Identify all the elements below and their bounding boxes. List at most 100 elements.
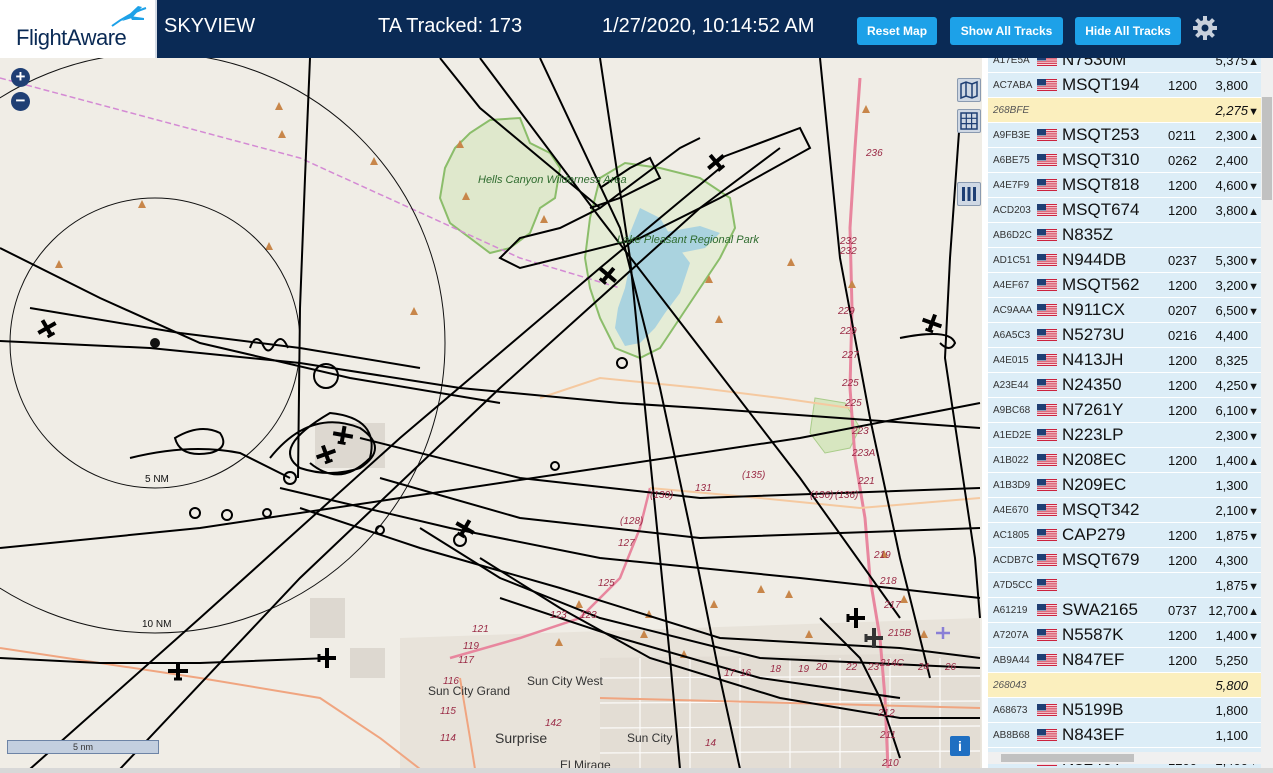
table-row[interactable]: A1B022 N208EC 1200 1,400▲ (988, 448, 1261, 473)
row-hex-code: AC7ABA (993, 80, 1033, 91)
map-canvas[interactable] (0, 58, 982, 769)
us-flag-icon (1037, 579, 1057, 591)
map-info-button[interactable]: i (950, 736, 970, 756)
row-squawk: 0211 (1168, 128, 1196, 143)
row-altitude-value: 4,300 (1215, 553, 1248, 568)
row-hex-code: A4EF67 (993, 280, 1030, 291)
aircraft-table[interactable]: A17E5A N7530M 5,375▲ AC7ABA MSQT194 1200 3,800… (988, 58, 1261, 769)
altitude-trend-icon: ▼ (1248, 281, 1259, 293)
us-flag-icon (1037, 329, 1057, 341)
road-number-label: 116 (443, 676, 459, 687)
row-squawk: 1200 (1168, 528, 1197, 543)
row-squawk: 1200 (1168, 353, 1197, 368)
table-row[interactable]: A4EF67 MSQT562 1200 3,200▼ (988, 273, 1261, 298)
hide-all-tracks-button[interactable]: Hide All Tracks (1075, 17, 1181, 45)
row-hex-code: AB8B68 (993, 730, 1030, 741)
road-number-label: 115 (440, 706, 456, 717)
road-number-label: 223A (852, 448, 876, 459)
road-number-label: 23 (868, 662, 880, 673)
table-row[interactable]: A7D5CC 1,875▼ (988, 573, 1261, 598)
row-hex-code: AC1805 (993, 530, 1030, 541)
row-altitude-value: 1,400 (1215, 453, 1248, 468)
table-row[interactable]: A6A5C3 N5273U 0216 4,400 (988, 323, 1261, 348)
table-row[interactable]: AB9A44 N847EF 1200 5,250 (988, 648, 1261, 673)
row-ident: MSQT679 (1062, 550, 1140, 569)
table-row[interactable]: AB8B68 N843EF 1,100 (988, 723, 1261, 748)
map-view[interactable]: Hells Canyon Wilderness Area Lake Pleasa… (0, 58, 982, 769)
table-row[interactable]: A61219 SWA2165 0737 12,700▲ (988, 598, 1261, 623)
table-hscroll-thumb[interactable] (1001, 754, 1134, 762)
row-ident: MSQT674 (1062, 200, 1140, 219)
table-row[interactable]: ACDB7C MSQT679 1200 4,300 (988, 548, 1261, 573)
row-altitude: 1,300 (1215, 478, 1259, 493)
table-row[interactable]: 268043 5,800 (988, 673, 1261, 698)
altitude-trend-icon: ▼ (1248, 106, 1259, 118)
table-row[interactable]: AB6D2C N835Z (988, 223, 1261, 248)
row-squawk: 1200 (1168, 278, 1197, 293)
table-row[interactable]: A1ED2E N223LP 2,300▼ (988, 423, 1261, 448)
row-altitude: 2,300▼ (1215, 428, 1259, 443)
row-altitude: 2,300▲ (1215, 128, 1259, 143)
us-flag-icon (1037, 504, 1057, 516)
table-scroll-thumb[interactable] (1262, 97, 1272, 200)
row-ident: N835Z (1062, 225, 1114, 244)
us-flag-icon (1037, 379, 1057, 391)
road-orange-1 (539, 376, 851, 409)
row-altitude-value: 3,800 (1215, 78, 1248, 93)
us-flag-icon (1037, 204, 1057, 216)
road-number-label: (136) (810, 490, 834, 501)
table-row[interactable]: A9BC68 N7261Y 1200 6,100▼ (988, 398, 1261, 423)
reset-map-button[interactable]: Reset Map (857, 17, 937, 45)
place-label-sun-city-grand: Sun City Grand (428, 684, 511, 698)
table-row[interactable]: A17E5A N7530M 5,375▲ (988, 58, 1261, 73)
table-row[interactable]: AC1805 CAP279 1200 1,875▼ (988, 523, 1261, 548)
table-row[interactable]: AC7ABA MSQT194 1200 3,800 (988, 73, 1261, 98)
place-label-lake-pleasant: Lake Pleasant Regional Park (617, 234, 759, 246)
map-layer-button[interactable] (957, 78, 981, 102)
top-header: FlightAware SKYVIEW TA Tracked: 173 1/27… (0, 0, 1273, 58)
row-altitude: 4,600▼ (1215, 178, 1259, 193)
row-squawk: 1200 (1168, 203, 1197, 218)
show-all-tracks-button[interactable]: Show All Tracks (950, 17, 1063, 45)
table-row[interactable]: ACD203 MSQT674 1200 3,800▲ (988, 198, 1261, 223)
table-row[interactable]: A4E015 N413JH 1200 8,325 (988, 348, 1261, 373)
grid-toggle-button[interactable] (957, 109, 981, 133)
table-row[interactable]: A7207A N5587K 1200 1,400▼ (988, 623, 1261, 648)
zoom-in-button[interactable]: + (11, 68, 30, 87)
table-row[interactable]: A4E7F9 MSQT818 1200 4,600▼ (988, 173, 1261, 198)
altitude-trend-icon: ▼ (1248, 531, 1259, 543)
road-number-label: 217 (884, 600, 901, 611)
row-squawk: 0207 (1168, 303, 1197, 318)
road-number-label: 229 (838, 306, 855, 317)
table-row[interactable]: A4E670 MSQT342 2,100▼ (988, 498, 1261, 523)
table-row[interactable]: A9FB3E MSQT253 0211 2,300▲ (988, 123, 1261, 148)
row-ident: N911CX (1062, 300, 1125, 319)
zoom-out-button[interactable]: − (11, 92, 30, 111)
table-row[interactable]: A6BE75 MSQT310 0262 2,400 (988, 148, 1261, 173)
row-altitude-value: 2,100 (1215, 503, 1248, 518)
us-flag-icon (1037, 179, 1057, 191)
flightaware-logo[interactable]: FlightAware (0, 0, 157, 58)
table-row[interactable]: A23E44 N24350 1200 4,250▼ (988, 373, 1261, 398)
row-squawk: 1200 (1168, 378, 1197, 393)
gear-icon[interactable] (1192, 15, 1218, 41)
road-number-label: 232 (840, 246, 857, 257)
row-altitude-value: 5,250 (1215, 653, 1248, 668)
us-flag-icon (1037, 404, 1057, 416)
table-row[interactable]: A68673 N5199B 1,800 (988, 698, 1261, 723)
row-hex-code: A1ED2E (993, 430, 1032, 441)
road-number-label: (135) (742, 470, 766, 481)
road-number-label: 123 (580, 610, 597, 621)
table-row[interactable]: A1B3D9 N209EC 1,300 (988, 473, 1261, 498)
row-ident: SWA2165 (1062, 600, 1138, 619)
us-flag-icon (1037, 354, 1057, 366)
table-row[interactable]: 268BFE 2,275▼ (988, 98, 1261, 123)
table-row[interactable]: AD1C51 N944DB 0237 5,300▼ (988, 248, 1261, 273)
columns-toggle-button[interactable] (957, 182, 981, 206)
altitude-trend-icon: ▲ (1248, 456, 1259, 468)
us-flag-icon (1037, 254, 1057, 266)
table-row[interactable]: AC9AAA N911CX 0207 6,500▼ (988, 298, 1261, 323)
place-label-sun-city-west: Sun City West (527, 674, 603, 688)
row-altitude-value: 5,800 (1215, 678, 1248, 693)
place-label-sun-city: Sun City (627, 731, 673, 745)
